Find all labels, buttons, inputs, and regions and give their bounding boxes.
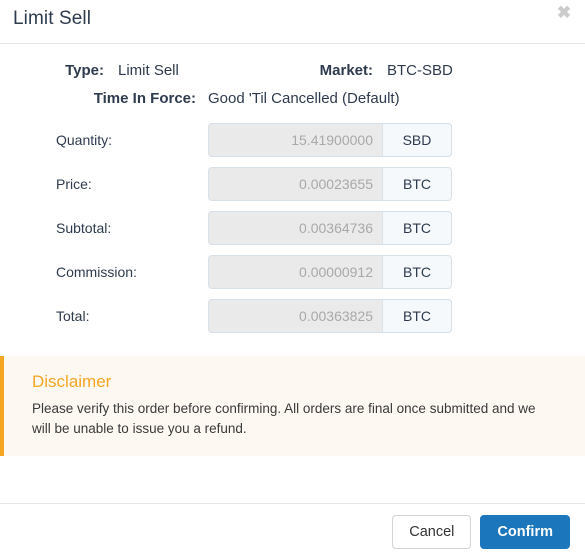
modal-header: Limit Sell ✖ bbox=[0, 0, 585, 44]
disclaimer-title: Disclaimer bbox=[32, 372, 112, 391]
type-value: Limit Sell bbox=[118, 62, 179, 79]
subtotal-input-group: 0.00364736 BTC bbox=[208, 211, 452, 245]
field-row-commission: Commission: 0.00000912 BTC bbox=[0, 250, 585, 294]
summary-row-type-market: Type: Limit Sell Market: BTC-SBD bbox=[0, 62, 585, 79]
price-unit-addon: BTC bbox=[382, 167, 452, 201]
modal-title: Limit Sell bbox=[13, 8, 92, 29]
close-icon[interactable]: ✖ bbox=[553, 2, 575, 24]
summary-cell-type: Type: Limit Sell bbox=[0, 62, 263, 79]
order-fields: Quantity: 15.41900000 SBD Price: 0.00023… bbox=[0, 118, 585, 338]
subtotal-unit-addon: BTC bbox=[382, 211, 452, 245]
disclaimer-panel: Disclaimer Please verify this order befo… bbox=[0, 356, 585, 457]
field-row-subtotal: Subtotal: 0.00364736 BTC bbox=[0, 206, 585, 250]
price-input[interactable]: 0.00023655 bbox=[208, 167, 382, 201]
total-unit-addon: BTC bbox=[382, 299, 452, 333]
total-input-group: 0.00363825 BTC bbox=[208, 299, 452, 333]
cancel-button[interactable]: Cancel bbox=[392, 515, 472, 549]
market-label: Market: bbox=[319, 62, 373, 79]
summary-row-time-in-force: Time In Force: Good 'Til Cancelled (Defa… bbox=[0, 90, 585, 107]
commission-input[interactable]: 0.00000912 bbox=[208, 255, 382, 289]
market-value: BTC-SBD bbox=[387, 62, 453, 79]
confirm-button[interactable]: Confirm bbox=[480, 515, 570, 549]
commission-label: Commission: bbox=[56, 264, 137, 280]
quantity-unit-addon: SBD bbox=[382, 123, 452, 157]
field-row-price: Price: 0.00023655 BTC bbox=[0, 162, 585, 206]
total-input[interactable]: 0.00363825 bbox=[208, 299, 382, 333]
price-label: Price: bbox=[56, 176, 92, 192]
order-summary: Type: Limit Sell Market: BTC-SBD Time In… bbox=[0, 44, 585, 107]
field-row-total: Total: 0.00363825 BTC bbox=[0, 294, 585, 338]
quantity-label: Quantity: bbox=[56, 132, 113, 148]
disclaimer-text: Please verify this order before confirmi… bbox=[32, 401, 536, 436]
commission-input-group: 0.00000912 BTC bbox=[208, 255, 452, 289]
price-input-group: 0.00023655 BTC bbox=[208, 167, 452, 201]
modal-body: Type: Limit Sell Market: BTC-SBD Time In… bbox=[0, 44, 585, 503]
quantity-input-group: 15.41900000 SBD bbox=[208, 123, 452, 157]
quantity-input[interactable]: 15.41900000 bbox=[208, 123, 382, 157]
summary-cell-market: Market: BTC-SBD bbox=[263, 62, 453, 79]
modal-footer: Cancel Confirm bbox=[0, 503, 585, 560]
type-label: Type: bbox=[65, 62, 104, 79]
total-label: Total: bbox=[56, 308, 90, 324]
time-in-force-value: Good 'Til Cancelled (Default) bbox=[208, 90, 400, 107]
time-in-force-label: Time In Force: bbox=[93, 90, 196, 107]
subtotal-input[interactable]: 0.00364736 bbox=[208, 211, 382, 245]
subtotal-label: Subtotal: bbox=[56, 220, 112, 236]
field-row-quantity: Quantity: 15.41900000 SBD bbox=[0, 118, 585, 162]
order-confirmation-modal: Limit Sell ✖ Type: Limit Sell Market: BT… bbox=[0, 0, 585, 560]
commission-unit-addon: BTC bbox=[382, 255, 452, 289]
